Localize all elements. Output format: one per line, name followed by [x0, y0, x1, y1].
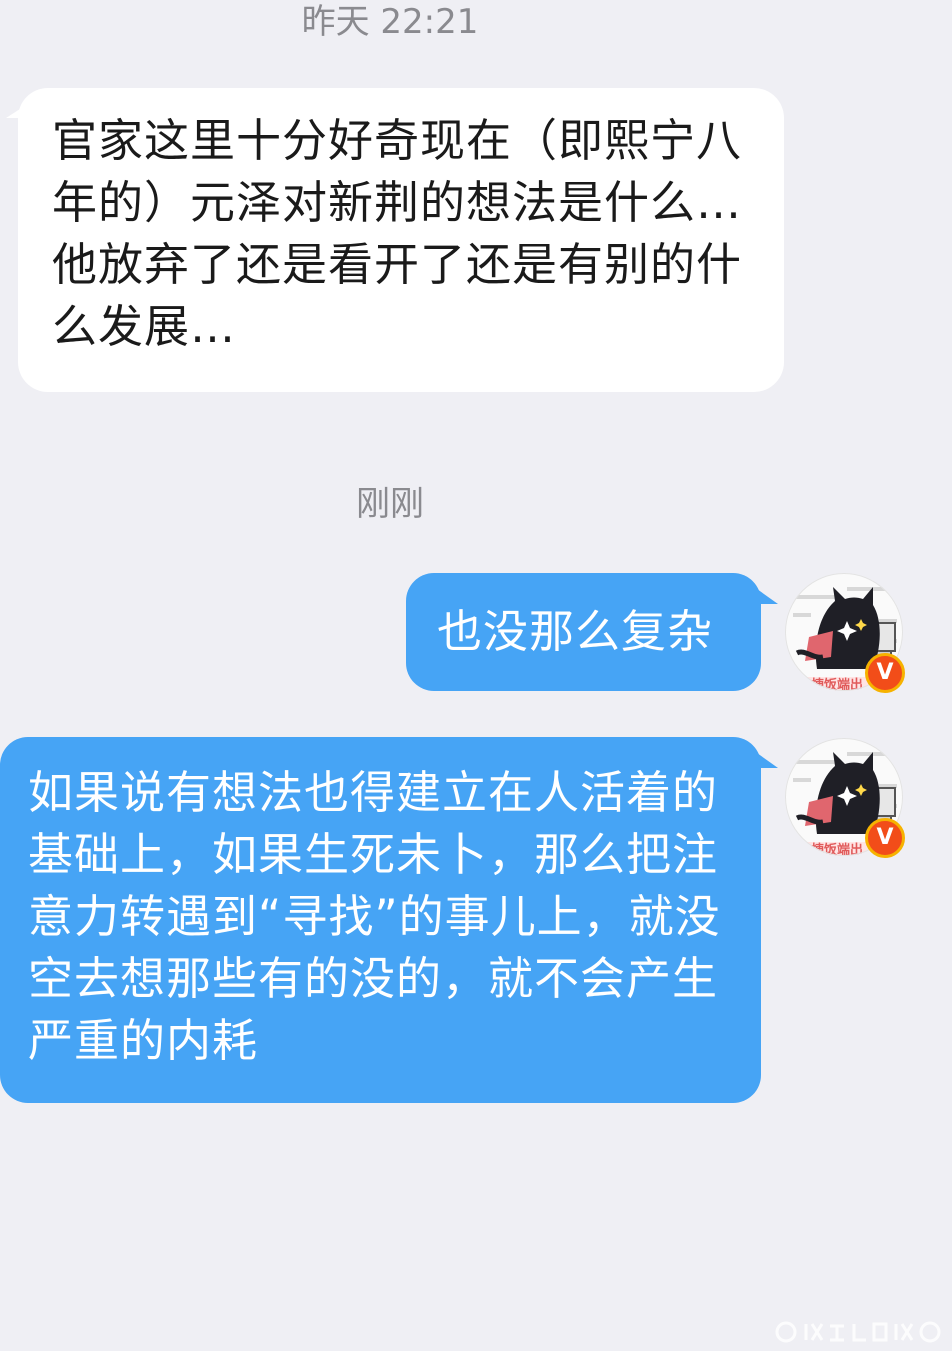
- watermark-logo: [775, 1321, 941, 1343]
- incoming-message-bubble[interactable]: 官家这里十分好奇现在（即熙宁八年的）元泽对新荆的想法是什么…他放弃了还是看开了还…: [18, 88, 784, 392]
- svg-text:捙饭端出: 捙饭端出: [811, 842, 863, 856]
- timestamp-yesterday: 昨天 22:21: [301, 2, 479, 42]
- outgoing-bubble-tail: [750, 584, 778, 604]
- outgoing-message-bubble[interactable]: 也没那么复杂: [406, 573, 761, 691]
- timestamp-just-now: 刚刚: [356, 484, 424, 524]
- avatar[interactable]: 捙饭端出 V: [785, 573, 905, 693]
- svg-text:捙饭端出: 捙饭端出: [811, 677, 863, 691]
- avatar[interactable]: 捙饭端出 V: [785, 738, 905, 858]
- verified-badge-icon: V: [865, 818, 905, 858]
- outgoing-message-bubble[interactable]: 如果说有想法也得建立在人活着的基础上，如果生死未卜，那么把注意力转遇到“寻找”的…: [0, 737, 761, 1103]
- outgoing-bubble-tail: [750, 748, 778, 768]
- verified-badge-icon: V: [865, 653, 905, 693]
